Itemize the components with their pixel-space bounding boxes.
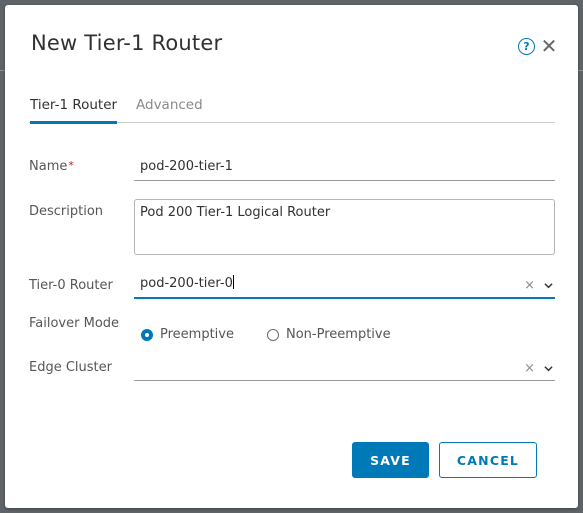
tier0-router-value: pod-200-tier-0	[140, 276, 233, 291]
tier0-router-select[interactable]: pod-200-tier-0 ×	[134, 274, 555, 299]
tab-bar: Tier-1 Router Advanced	[29, 97, 555, 124]
cancel-button[interactable]: CANCEL	[439, 442, 537, 478]
chevron-down-icon[interactable]	[544, 281, 553, 290]
radio-non-preemptive[interactable]	[267, 329, 279, 341]
tier0-clear-icon[interactable]: ×	[524, 276, 535, 296]
tab-advanced[interactable]: Advanced	[136, 97, 203, 123]
tier0-router-label: Tier-0 Router	[29, 278, 113, 293]
edge-cluster-clear-icon[interactable]: ×	[524, 359, 535, 379]
failover-mode-label: Failover Mode	[29, 316, 120, 331]
close-icon[interactable]: ✕	[540, 36, 558, 56]
radio-non-preemptive-label[interactable]: Non-Preemptive	[286, 327, 391, 342]
edge-cluster-select[interactable]: ×	[134, 357, 555, 381]
radio-preemptive[interactable]	[141, 329, 153, 341]
name-label-text: Name	[29, 159, 68, 174]
help-icon[interactable]: ?	[518, 38, 535, 55]
edge-cluster-label: Edge Cluster	[29, 360, 112, 375]
description-label: Description	[29, 204, 104, 219]
text-cursor	[232, 275, 234, 289]
description-textarea[interactable]: Pod 200 Tier-1 Logical Router	[134, 199, 555, 255]
new-tier1-router-dialog: New Tier-1 Router ? ✕ Tier-1 Router Adva…	[5, 5, 578, 508]
save-button[interactable]: SAVE	[352, 442, 429, 478]
name-input[interactable]: pod-200-tier-1	[134, 157, 555, 181]
required-asterisk: *	[68, 159, 74, 172]
background-page-strip	[578, 70, 583, 71]
dialog-title: New Tier-1 Router	[31, 31, 223, 55]
chevron-down-icon[interactable]	[544, 364, 553, 373]
tab-tier1-router[interactable]: Tier-1 Router	[30, 97, 118, 124]
name-label: Name*	[29, 159, 74, 174]
radio-preemptive-label[interactable]: Preemptive	[160, 327, 234, 342]
